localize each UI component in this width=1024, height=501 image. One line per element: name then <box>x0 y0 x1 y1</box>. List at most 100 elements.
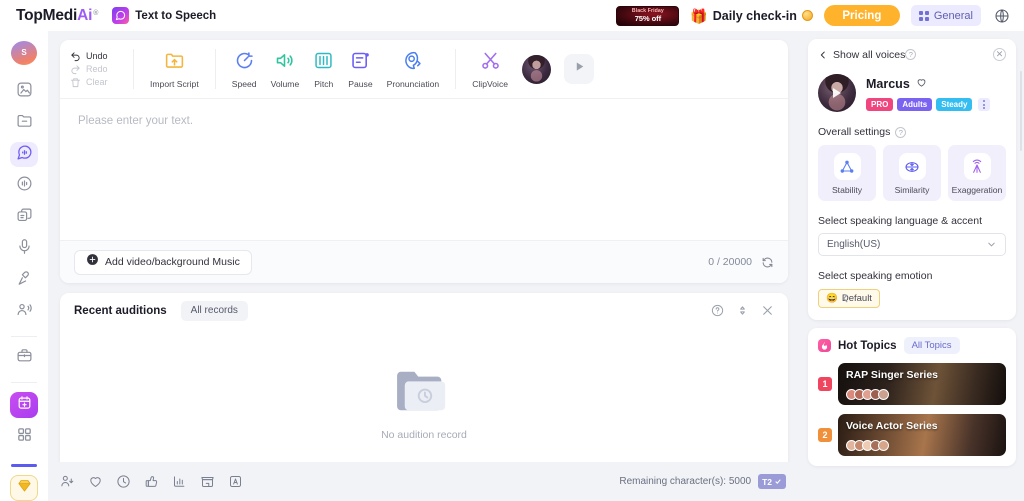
diamond-icon <box>17 478 32 498</box>
panel-collapse-handle[interactable] <box>840 279 851 321</box>
show-all-voices-label: Show all voices <box>833 48 906 61</box>
app-header: TopMedi Ai ® Text to Speech Black Friday 7… <box>0 0 1024 31</box>
help-circle-icon[interactable] <box>711 304 724 317</box>
voice-avatar[interactable] <box>522 54 552 84</box>
sidebar-item-apps[interactable] <box>10 424 38 450</box>
add-media-button[interactable]: Add video/background Music <box>74 249 252 275</box>
sidebar-item-calendar-gift[interactable] <box>10 392 38 419</box>
show-all-voices-button[interactable]: Show all voices <box>818 49 905 61</box>
status-badge-text: T2 <box>762 476 772 487</box>
globe-icon[interactable] <box>992 6 1012 26</box>
pronunciation-icon <box>402 50 423 76</box>
chevron-down-icon <box>986 239 997 250</box>
voice-circle-icon <box>16 175 33 197</box>
import-script-button[interactable]: Import Script <box>143 50 206 89</box>
auditions-empty-label: No audition record <box>381 428 467 441</box>
topic-thumbnail-rap-singer-series[interactable]: RAP Singer Series <box>838 363 1006 405</box>
undo-redo-clear-group: Undo Redo Clear <box>70 51 124 88</box>
help-circle-icon[interactable]: ? <box>895 126 907 138</box>
stability-triangle-icon <box>833 153 861 180</box>
sidebar-item-folder[interactable] <box>10 110 38 136</box>
toolbar-divider-2 <box>214 49 216 89</box>
sidebar-item-voice-clone[interactable] <box>10 205 38 231</box>
refresh-icon[interactable] <box>761 256 774 269</box>
sidebar-item-text-to-speech[interactable] <box>10 141 38 168</box>
pitch-button[interactable]: Pitch <box>306 50 341 89</box>
daily-checkin-button[interactable]: 🎁 Daily check-in <box>690 9 813 23</box>
thumbs-up-icon[interactable] <box>144 474 159 489</box>
avatar[interactable]: S <box>11 41 37 65</box>
clipvoice-button[interactable]: ClipVoice <box>465 50 515 89</box>
remaining-characters-label: Remaining character(s): 5000 <box>619 476 752 487</box>
heart-outline-icon[interactable] <box>916 75 927 93</box>
product-title-label: Text to Speech <box>135 9 217 22</box>
chart-bars-icon[interactable] <box>172 474 187 489</box>
topic-thumbnail-voice-actor-series[interactable]: Voice Actor Series <box>838 414 1006 456</box>
setting-stability[interactable]: Stability <box>818 145 876 201</box>
sidebar-indicator-bar <box>11 463 37 468</box>
sidebar-item-diamond[interactable] <box>10 475 38 501</box>
sidebar-item-speaker-profile[interactable] <box>10 300 38 326</box>
all-topics-button[interactable]: All Topics <box>903 337 960 354</box>
sidebar-item-microphone[interactable] <box>10 236 38 262</box>
close-icon[interactable] <box>761 304 774 317</box>
list-item: 2 Voice Actor Series <box>818 414 1006 456</box>
general-button[interactable]: General <box>910 5 981 26</box>
topic-title: RAP Singer Series <box>846 369 939 381</box>
editor-toolbar: Undo Redo Clear Import Script Speed Volu… <box>60 40 788 98</box>
text-format-icon[interactable] <box>228 474 243 489</box>
daily-checkin-label: Daily check-in <box>712 8 797 23</box>
all-records-button[interactable]: All records <box>180 300 248 321</box>
voice-settings-card: Show all voices ? ✕ Marcus PRO Adults St… <box>808 39 1016 320</box>
scrollbar[interactable] <box>1020 71 1022 151</box>
black-friday-promo-badge[interactable]: Black Friday 75% off <box>616 5 680 26</box>
script-text-area[interactable]: Please enter your text. <box>60 99 788 241</box>
microphone-icon <box>16 238 33 260</box>
pricing-button[interactable]: Pricing <box>823 5 900 26</box>
help-circle-icon[interactable]: ? <box>905 49 917 60</box>
close-circle-icon[interactable]: ✕ <box>993 48 1006 61</box>
voice-avatar[interactable] <box>818 74 856 112</box>
speed-button[interactable]: Speed <box>225 50 264 89</box>
undo-button[interactable]: Undo <box>70 51 124 62</box>
pause-button[interactable]: Pause <box>341 50 379 89</box>
bottom-bar-status: Remaining character(s): 5000 T2 <box>619 474 786 489</box>
main-content: Undo Redo Clear Import Script Speed Volu… <box>48 31 848 501</box>
setting-exaggeration[interactable]: Exaggeration <box>948 145 1006 201</box>
play-button[interactable] <box>564 54 595 84</box>
language-select[interactable]: English(US) <box>818 233 1006 256</box>
clear-label: Clear <box>86 77 108 87</box>
sidebar-item-recorder[interactable] <box>10 268 38 294</box>
sidebar-item-voice-changer[interactable] <box>10 173 38 199</box>
voice-tags: PRO Adults Steady <box>866 98 1006 111</box>
recent-auditions-title: Recent auditions <box>74 304 167 317</box>
speed-label: Speed <box>231 78 257 89</box>
sidebar-item-image-edit[interactable] <box>10 79 38 105</box>
undo-label: Undo <box>86 51 108 61</box>
scissors-icon <box>480 50 501 76</box>
share-user-icon[interactable] <box>60 474 75 489</box>
brand-logo[interactable]: TopMedi Ai ® <box>16 7 98 25</box>
history-clock-icon[interactable] <box>116 474 131 489</box>
status-badge[interactable]: T2 <box>758 474 786 489</box>
sidebar-item-toolbox[interactable] <box>10 345 38 371</box>
list-item: 1 RAP Singer Series <box>818 363 1006 405</box>
briefcase-icon <box>16 347 33 369</box>
add-media-label: Add video/background Music <box>105 256 240 268</box>
more-vertical-icon[interactable] <box>978 98 991 111</box>
store-icon[interactable] <box>200 474 215 489</box>
hot-topics-card: Hot Topics All Topics 1 RAP Singer Serie… <box>808 71 1022 466</box>
brand-logo-part1: TopMedi <box>16 6 78 24</box>
pronunciation-button[interactable]: Pronunciation <box>380 50 447 89</box>
import-script-label: Import Script <box>150 78 199 89</box>
pronunciation-label: Pronunciation <box>386 78 440 89</box>
heart-icon[interactable] <box>88 474 103 489</box>
bottom-bar-icons <box>60 474 243 489</box>
setting-similarity[interactable]: Similarity <box>883 145 941 201</box>
redo-button[interactable]: Redo <box>70 64 124 75</box>
volume-button[interactable]: Volume <box>264 50 307 89</box>
expand-vertical-icon[interactable] <box>737 304 748 317</box>
clear-button[interactable]: Clear <box>70 77 124 88</box>
clipvoice-label: ClipVoice <box>472 78 509 89</box>
status-badge-pro: PRO <box>866 98 894 111</box>
